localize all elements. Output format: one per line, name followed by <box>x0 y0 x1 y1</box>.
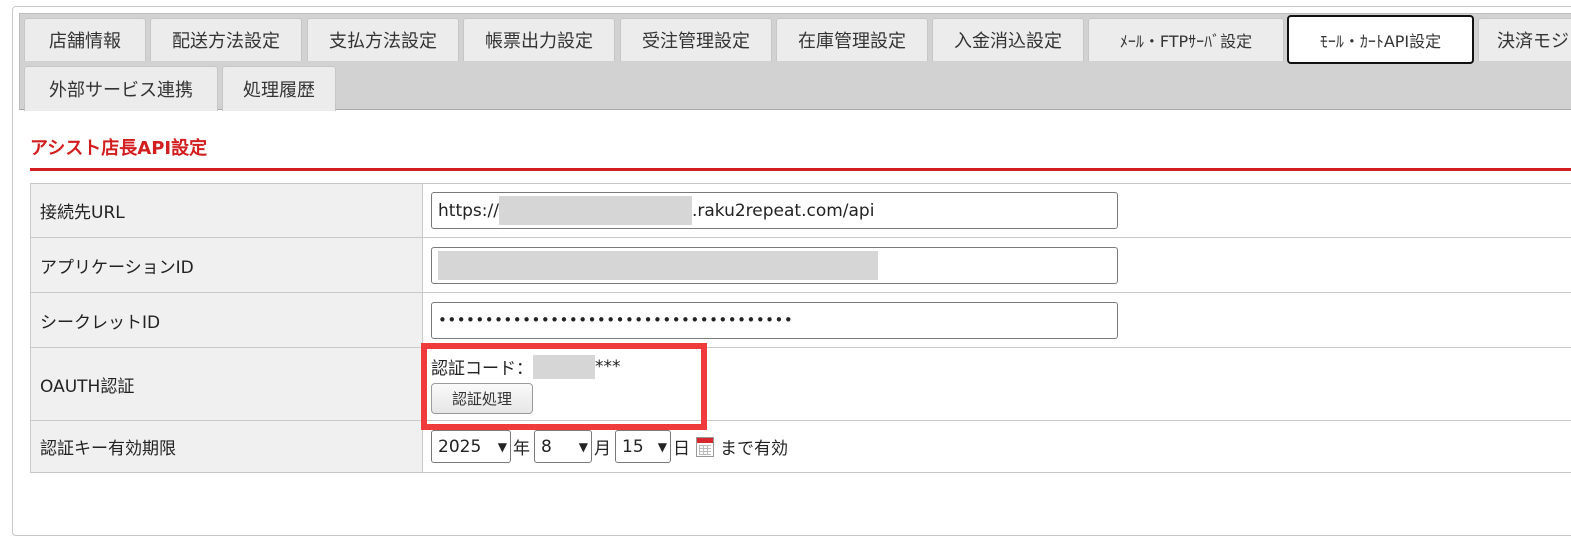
expiry-suffix: まで有効 <box>720 439 788 459</box>
day-unit: 日 <box>673 439 690 459</box>
year-unit: 年 <box>513 439 530 459</box>
month-value: 8 <box>541 436 552 457</box>
chevron-down-icon: ▼ <box>497 439 507 454</box>
month-unit: 月 <box>594 439 611 459</box>
tab-mall-cart-api-settings[interactable]: ﾓｰﾙ・ｶｰﾄAPI設定 <box>1287 15 1474 64</box>
tab-shipping-settings[interactable]: 配送方法設定 <box>150 18 302 61</box>
tab-payment-module[interactable]: 決済モジ <box>1478 18 1571 61</box>
day-value: 15 <box>622 436 644 457</box>
url-field[interactable]: https:// .raku2repeat.com/api <box>431 192 1118 229</box>
auth-expiry-label: 認証キー有効期限 <box>30 420 423 473</box>
secret-id-value: •••••••••••••••••••••••••••••••••••••• <box>438 311 794 329</box>
tab-mail-ftp-settings[interactable]: ﾒｰﾙ・FTPｻｰﾊﾞ設定 <box>1088 18 1284 61</box>
month-select[interactable]: 8 ▼ <box>534 430 592 463</box>
chevron-down-icon: ▼ <box>578 439 588 454</box>
url-prefix: https:// <box>438 200 499 221</box>
settings-tab-bar: 店舗情報 配送方法設定 支払方法設定 帳票出力設定 受注管理設定 在庫管理設定 … <box>19 13 1571 111</box>
secret-id-field[interactable]: •••••••••••••••••••••••••••••••••••••• <box>431 301 1118 339</box>
tab-form-output-settings[interactable]: 帳票出力設定 <box>463 18 615 61</box>
redacted-subdomain <box>498 196 692 225</box>
api-settings-form: 接続先URL https:// .raku2repeat.com/api アプリ… <box>30 183 1571 473</box>
chevron-down-icon: ▼ <box>657 439 667 454</box>
day-select[interactable]: 15 ▼ <box>615 430 671 463</box>
year-value: 2025 <box>438 436 482 457</box>
section-title: アシスト店長API設定 <box>30 138 208 159</box>
tab-payment-settings[interactable]: 支払方法設定 <box>307 18 459 61</box>
url-label: 接続先URL <box>30 183 423 238</box>
tab-processing-history[interactable]: 処理履歴 <box>222 66 336 111</box>
url-suffix: .raku2repeat.com/api <box>691 200 875 221</box>
oauth-label: OAUTH認証 <box>30 347 423 421</box>
year-select[interactable]: 2025 ▼ <box>431 430 511 463</box>
tab-store-info[interactable]: 店舗情報 <box>24 18 146 61</box>
tab-external-service-integration[interactable]: 外部サービス連携 <box>24 66 218 111</box>
section-divider <box>30 168 1571 171</box>
calendar-icon[interactable] <box>696 436 714 457</box>
tab-payment-reconciliation-settings[interactable]: 入金消込設定 <box>932 18 1084 61</box>
redacted-application-id <box>438 250 878 280</box>
tab-order-management-settings[interactable]: 受注管理設定 <box>620 18 772 61</box>
application-id-field[interactable] <box>431 246 1118 284</box>
application-id-label: アプリケーションID <box>30 237 423 293</box>
highlight-box <box>421 343 707 430</box>
secret-id-label: シークレットID <box>30 292 423 348</box>
tab-inventory-settings[interactable]: 在庫管理設定 <box>776 18 928 61</box>
